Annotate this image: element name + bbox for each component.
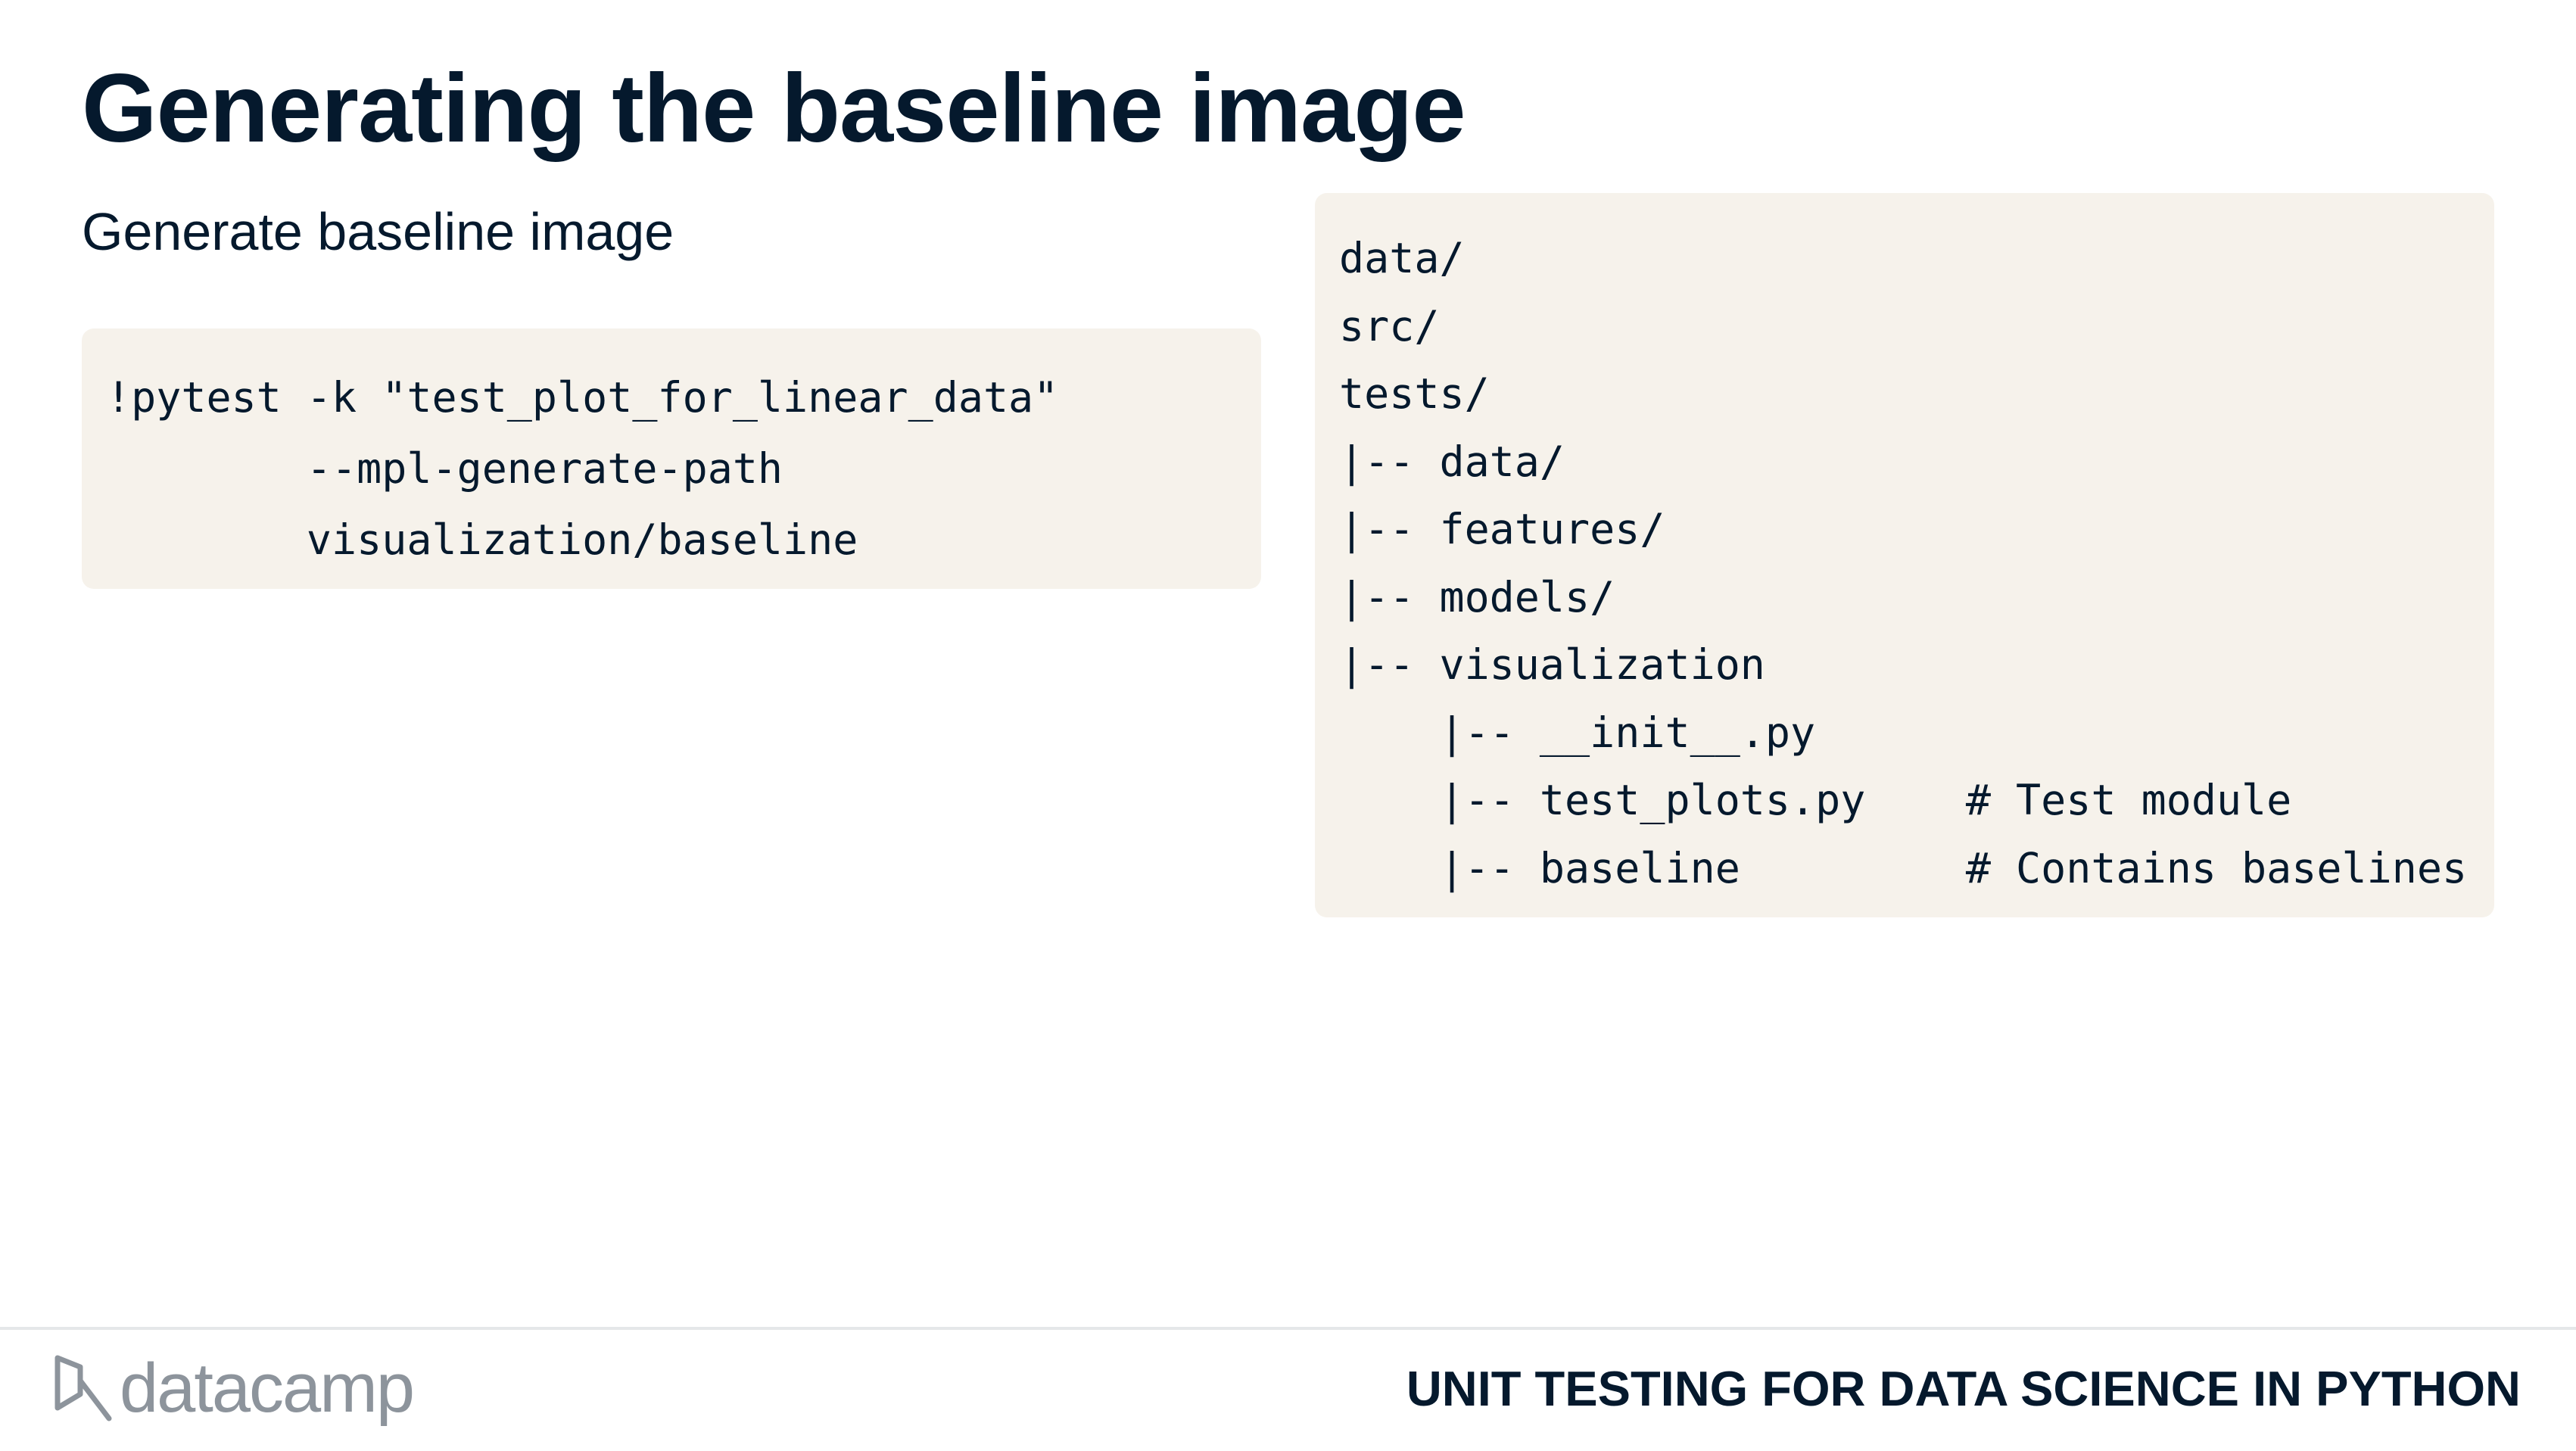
command-code-block: !pytest -k "test_plot_for_linear_data" -… [82,328,1261,589]
tree-line: |-- baseline # Contains baselines [1339,843,2468,892]
tree-line: |-- data/ [1339,437,1565,486]
datacamp-logo: datacamp [53,1350,415,1427]
datacamp-logo-icon [55,1355,112,1421]
tree-line: data/ [1339,234,1465,282]
footer-divider [0,1327,2576,1330]
directory-tree-block: data/ src/ tests/ |-- data/ |-- features… [1315,193,2494,917]
command-line: --mpl-generate-path [106,444,783,493]
tree-line: |-- test_plots.py # Test module [1339,776,2292,824]
tree-line: |-- features/ [1339,505,1665,553]
tree-line: src/ [1339,301,1440,350]
tree-line: |-- models/ [1339,572,1615,621]
tree-line: |-- __init__.py [1339,708,1816,757]
tree-line: |-- visualization [1339,640,1765,689]
logo-wordmark: datacamp [120,1350,415,1427]
slide-subtitle: Generate baseline image [82,202,674,261]
command-line: visualization/baseline [106,515,858,564]
command-line: !pytest -k "test_plot_for_linear_data" [106,373,1059,422]
course-title: UNIT TESTING FOR DATA SCIENCE IN PYTHON [1406,1361,2521,1416]
slide-title: Generating the baseline image [82,54,1466,163]
tree-line: tests/ [1339,369,1490,418]
